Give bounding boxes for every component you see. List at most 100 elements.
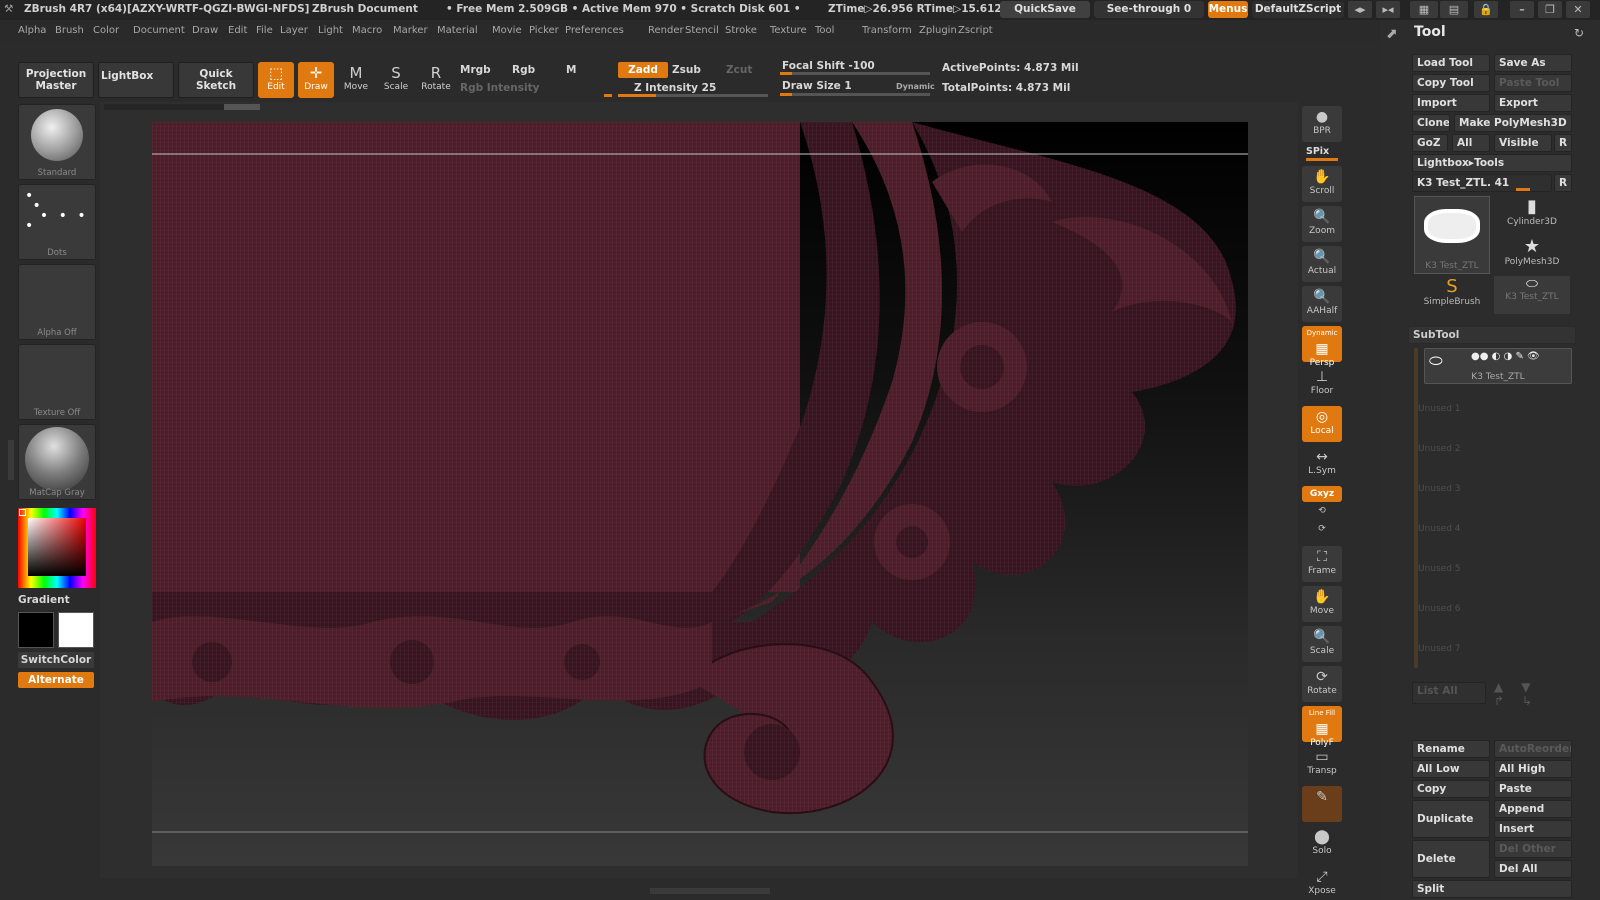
paste-tool-button[interactable]: Paste Tool (1494, 74, 1572, 92)
zsub-button[interactable]: Zsub (672, 64, 701, 76)
split-button[interactable]: Split (1412, 880, 1572, 898)
layout-icon[interactable]: ▦ (1410, 1, 1438, 18)
rename-button[interactable]: Rename (1412, 740, 1490, 758)
quick-sketch-button[interactable]: Quick Sketch (178, 62, 254, 98)
scale-view-button[interactable]: 🔍 Scale (1302, 626, 1342, 662)
quicksave-button[interactable]: QuickSave (1000, 1, 1090, 18)
left-tray-handle[interactable] (8, 440, 14, 480)
secondary-color-swatch[interactable] (18, 612, 54, 648)
tool-thumb-simplebrush[interactable]: S SimpleBrush (1414, 276, 1490, 314)
bottom-tray-handle[interactable] (650, 888, 770, 894)
bpr-button[interactable]: ● BPR (1302, 106, 1342, 142)
dynamic-toggle[interactable]: Dynamic (896, 82, 935, 91)
color-picker[interactable] (18, 508, 96, 588)
current-tool-slider[interactable]: K3 Test_ZTL. 41 (1412, 174, 1552, 192)
goz-all-button[interactable]: All (1452, 134, 1490, 152)
menu-layer[interactable]: Layer (280, 25, 308, 36)
all-high-button[interactable]: All High (1494, 760, 1572, 778)
menus-button[interactable]: Menus (1208, 1, 1248, 18)
menu-transform[interactable]: Transform (862, 25, 912, 36)
z-intensity-slider[interactable]: Z Intensity 25 (634, 82, 716, 94)
transp-button[interactable]: ▭ Transp (1302, 746, 1342, 782)
subtool-slot[interactable]: Unused 6 (1418, 604, 1461, 614)
goz-visible-button[interactable]: Visible (1494, 134, 1552, 152)
menu-color[interactable]: Color (93, 25, 119, 36)
menu-movie[interactable]: Movie (492, 25, 522, 36)
see-through-slider[interactable]: See-through 0 (1094, 1, 1204, 18)
make-polymesh-button[interactable]: Make PolyMesh3D (1454, 114, 1572, 132)
rotate-z-icon[interactable]: ⟳ (1302, 524, 1342, 540)
menu-document[interactable]: Document (133, 25, 185, 36)
goz-button[interactable]: GoZ (1412, 134, 1448, 152)
alternate-button[interactable]: Alternate (18, 672, 94, 688)
lock-icon[interactable]: 🔒 (1474, 1, 1498, 18)
floor-button[interactable]: ⊥ Floor (1302, 366, 1342, 402)
menu-stencil[interactable]: Stencil (685, 25, 719, 36)
rgb-intensity-slider[interactable]: Rgb Intensity (460, 82, 539, 94)
import-button[interactable]: Import (1412, 94, 1490, 112)
persp-button[interactable]: Dynamic ▦ Persp (1302, 326, 1342, 368)
subtool-arrow-icons[interactable]: ▲▼ ↱↳ (1494, 680, 1572, 708)
xpose-button[interactable]: ⤢ Xpose (1302, 866, 1342, 896)
restore-icon[interactable]: ❐ (1538, 1, 1562, 18)
subtool-slot[interactable]: Unused 4 (1418, 524, 1461, 534)
mrgb-button[interactable]: Mrgb (460, 64, 491, 76)
alpha-picker[interactable]: Alpha Off (18, 264, 96, 340)
palette-refresh-icon[interactable]: ↻ (1574, 26, 1584, 40)
tool-r-button[interactable]: R (1554, 174, 1572, 192)
append-button[interactable]: Append (1494, 800, 1572, 818)
menu-alpha[interactable]: Alpha (18, 25, 46, 36)
delete-button[interactable]: Delete (1412, 840, 1490, 878)
switchcolor-button[interactable]: SwitchColor (18, 652, 94, 668)
xyz-button[interactable]: Gxyz (1302, 486, 1342, 502)
brush-picker[interactable]: Standard (18, 104, 96, 180)
default-zscript-button[interactable]: DefaultZScript (1252, 1, 1344, 18)
main-color-swatch[interactable] (58, 612, 94, 648)
menu-marker[interactable]: Marker (393, 25, 428, 36)
lsym-button[interactable]: ↔ L.Sym (1302, 446, 1342, 482)
menu-tool[interactable]: Tool (815, 25, 834, 36)
lightbox-tools-button[interactable]: Lightbox▸Tools (1412, 154, 1572, 172)
list-all-button[interactable]: List All (1412, 682, 1486, 704)
aahalf-button[interactable]: 🔍 AAHalf (1302, 286, 1342, 322)
focal-shift-slider[interactable]: Focal Shift -100 (782, 60, 875, 72)
move-view-button[interactable]: ✋ Move (1302, 586, 1342, 622)
scroll-button[interactable]: ✋ Scroll (1302, 166, 1342, 202)
menu-draw[interactable]: Draw (192, 25, 218, 36)
move-mode-button[interactable]: M Move (338, 62, 374, 98)
material-picker[interactable]: MatCap Gray (18, 424, 96, 500)
rotate-mode-button[interactable]: R Rotate (418, 62, 454, 98)
rotate-y-icon[interactable]: ⟲ (1302, 506, 1342, 522)
ghost-button[interactable]: ✎ (1302, 786, 1342, 822)
canvas-scrollbar-thumb[interactable] (224, 104, 260, 110)
menu-material[interactable]: Material (437, 25, 478, 36)
polyf-button[interactable]: Line Fill ▦ PolyF (1302, 706, 1342, 748)
subtool-slot[interactable]: Unused 3 (1418, 484, 1461, 494)
save-as-button[interactable]: Save As (1494, 54, 1572, 72)
subtool-visibility-icons[interactable]: ●● ◐ ◑ ✎ 👁 (1471, 351, 1540, 362)
all-low-button[interactable]: All Low (1412, 760, 1490, 778)
solo-button[interactable]: ⬤ Solo (1302, 826, 1342, 862)
rgb-button[interactable]: Rgb (512, 64, 535, 76)
load-tool-button[interactable]: Load Tool (1412, 54, 1490, 72)
tool-thumb-cylinder[interactable]: ▮ Cylinder3D (1494, 196, 1570, 234)
zcut-button[interactable]: Zcut (726, 64, 752, 76)
insert-button[interactable]: Insert (1494, 820, 1572, 838)
draw-size-slider[interactable]: Draw Size 1 (782, 80, 852, 92)
menu-preferences[interactable]: Preferences (565, 25, 624, 36)
tool-thumb-k3[interactable]: K3 Test_ZTL (1414, 196, 1490, 274)
menu-zscript[interactable]: Zscript (958, 25, 993, 36)
menu-render[interactable]: Render (648, 25, 684, 36)
tool-thumb-polymesh[interactable]: ★ PolyMesh3D (1494, 236, 1570, 274)
lightbox-button[interactable]: LightBox (98, 62, 174, 98)
tool-thumb-k3-small[interactable]: ⬭ K3 Test_ZTL (1494, 276, 1570, 314)
scale-mode-button[interactable]: S Scale (378, 62, 414, 98)
spix-slider[interactable]: SPix (1306, 146, 1329, 157)
subtool-slot[interactable]: Unused 7 (1418, 644, 1461, 654)
subtool-scrollbar[interactable] (1414, 348, 1418, 668)
draw-mode-button[interactable]: ✛ Draw (298, 62, 334, 98)
color-saturation-square[interactable] (28, 518, 86, 576)
frame-button[interactable]: ⛶ Frame (1302, 546, 1342, 582)
export-button[interactable]: Export (1494, 94, 1572, 112)
projection-master-button[interactable]: Projection Master (18, 62, 94, 98)
